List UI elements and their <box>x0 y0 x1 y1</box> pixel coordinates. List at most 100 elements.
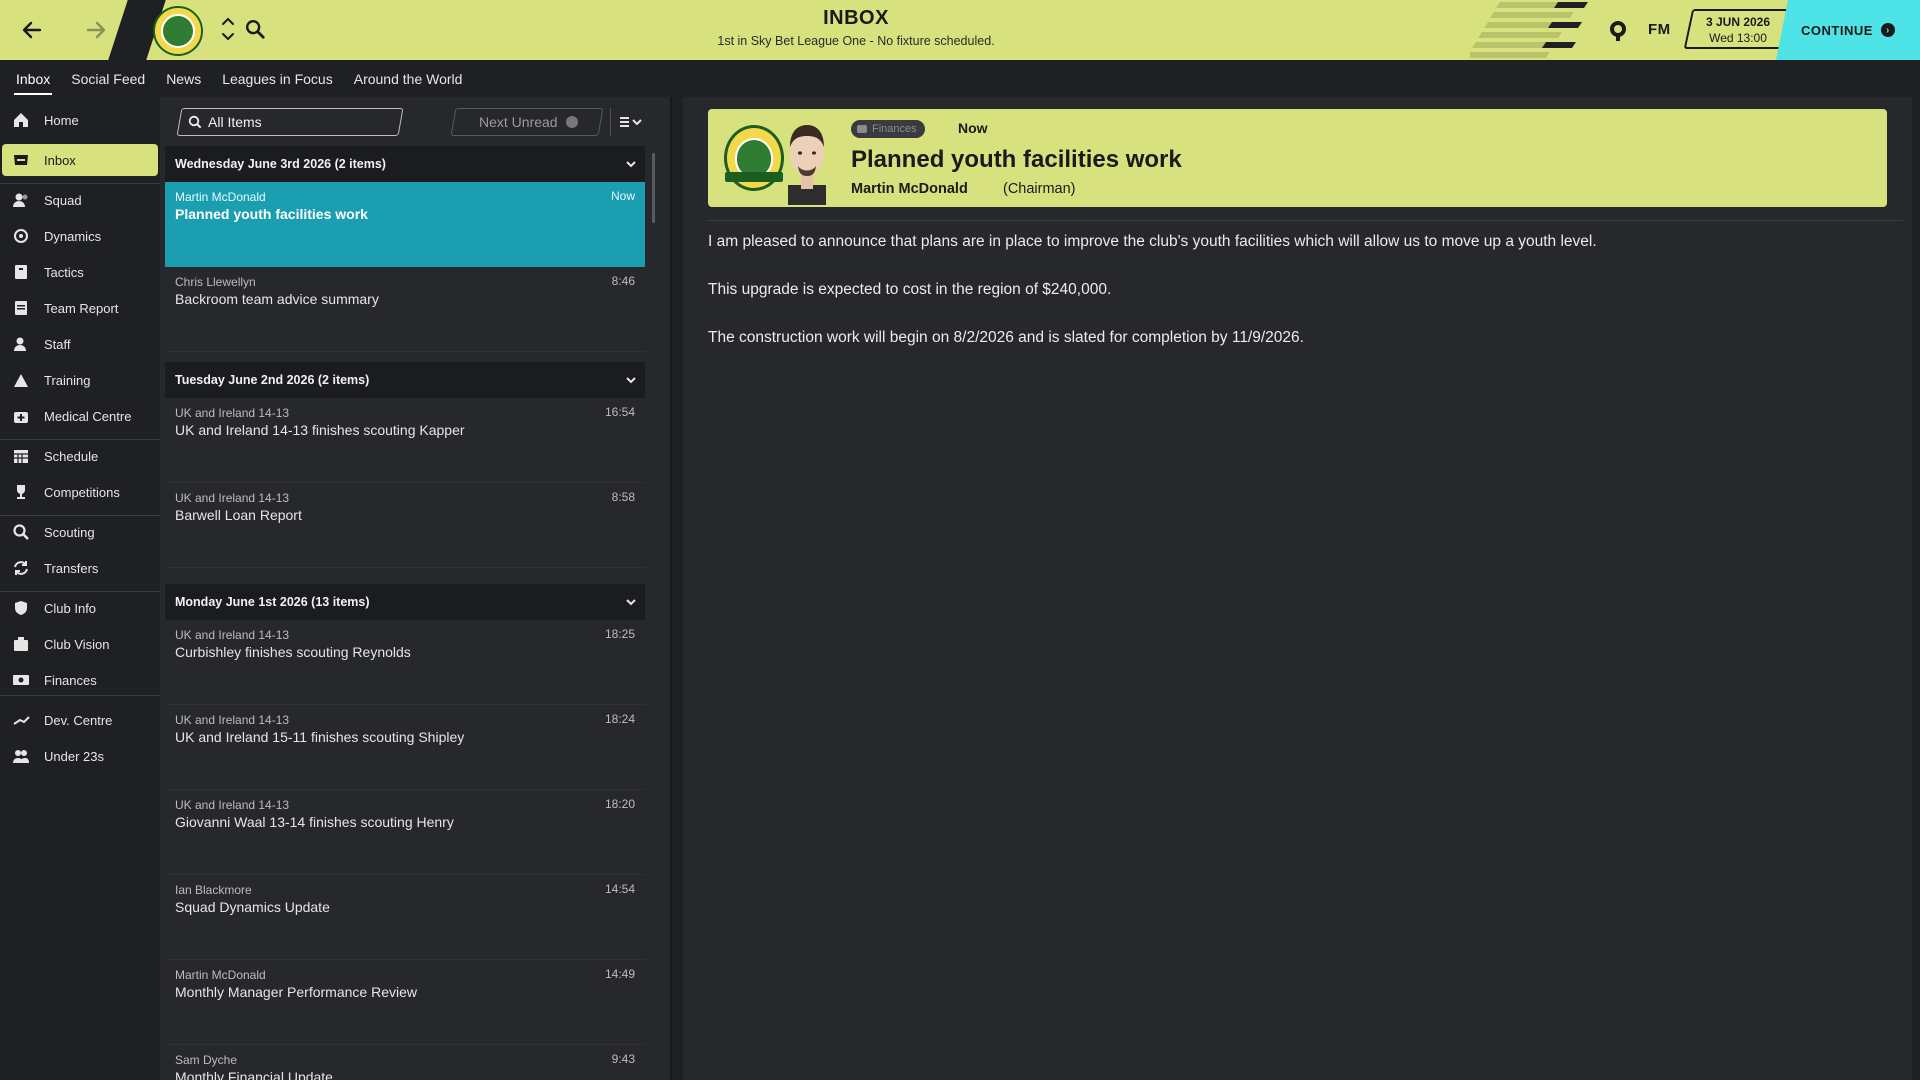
sidebar-item-tactics[interactable]: Tactics <box>2 256 158 288</box>
message-row[interactable]: UK and Ireland 14-13 Giovanni Waal 13-14… <box>165 790 645 875</box>
message-time: Now <box>610 189 635 203</box>
sidebar-item-dev-centre[interactable]: Dev. Centre <box>2 704 158 736</box>
page-title: INBOX <box>823 7 889 29</box>
message-subject: Monthly Manager Performance Review <box>175 984 417 1000</box>
sidebar-item-home[interactable]: Home <box>2 104 158 136</box>
sidebar-item-club-info[interactable]: Club Info <box>2 592 158 624</box>
message-row[interactable]: UK and Ireland 14-13 UK and Ireland 14-1… <box>165 398 645 483</box>
date-group-header[interactable]: Tuesday June 2nd 2026 (2 items) <box>165 362 645 398</box>
message-paragraph: I am pleased to announce that plans are … <box>708 233 1597 250</box>
sidebar-item-label: Club Info <box>44 600 97 616</box>
tab-inbox[interactable]: Inbox <box>10 60 56 97</box>
message-list-panel: All Items Next Unread Wednesday June 3rd… <box>160 97 670 1080</box>
message-subject: Backroom team advice summary <box>175 291 379 307</box>
message-row[interactable]: UK and Ireland 14-13 UK and Ireland 15-1… <box>165 705 645 790</box>
group-heading: Wednesday June 3rd 2026 (2 items) <box>175 157 386 171</box>
tactics-icon <box>12 263 30 281</box>
message-subject: Squad Dynamics Update <box>175 899 330 915</box>
sidebar-item-transfers[interactable]: Transfers <box>2 552 158 584</box>
inbox-tabs: Inbox Social Feed News Leagues in Focus … <box>0 60 1920 97</box>
message-subject: Curbishley finishes scouting Reynolds <box>175 644 411 660</box>
message-sender: Martin McDonald <box>175 968 266 982</box>
decorative-stripes <box>1470 2 1588 58</box>
continue-button[interactable]: CONTINUE › <box>1776 0 1920 60</box>
header-divider <box>708 220 1903 221</box>
message-time: 14:54 <box>604 882 635 896</box>
sidebar-item-label: Home <box>44 112 79 128</box>
tab-around-the-world[interactable]: Around the World <box>348 60 469 97</box>
sidebar-item-label: Inbox <box>44 152 76 168</box>
message-subject: Giovanni Waal 13-14 finishes scouting He… <box>175 814 454 830</box>
sidebar-item-label: Transfers <box>44 560 99 576</box>
message-time: 18:20 <box>604 797 635 811</box>
fm-logo[interactable]: FM <box>1648 21 1671 38</box>
sidebar-item-staff[interactable]: Staff <box>2 328 158 360</box>
message-time: Now <box>958 120 988 136</box>
sidebar-item-finances[interactable]: Finances <box>2 664 158 696</box>
sidebar-item-label: Under 23s <box>44 748 104 764</box>
transfers-icon <box>12 559 30 577</box>
sidebar-item-label: Tactics <box>44 264 84 280</box>
message-time: 18:25 <box>604 627 635 641</box>
message-title: Planned youth facilities work <box>851 146 1182 173</box>
sender-avatar[interactable] <box>776 119 838 205</box>
sidebar-item-under-23s[interactable]: Under 23s <box>2 740 158 772</box>
date-group-header[interactable]: Wednesday June 3rd 2026 (2 items) <box>165 146 645 182</box>
message-row[interactable]: Sam Dyche Monthly Financial Update 9:43 <box>165 1045 645 1080</box>
filter-search[interactable]: All Items <box>188 108 262 136</box>
club-vision-icon <box>12 635 30 653</box>
squad-icon <box>12 191 30 209</box>
sidebar-item-label: Competitions <box>44 484 120 500</box>
sidebar-item-scouting[interactable]: Scouting <box>2 516 158 548</box>
message-paragraph: The construction work will begin on 8/2/… <box>708 329 1304 346</box>
message-row[interactable]: Martin McDonald Monthly Manager Performa… <box>165 960 645 1045</box>
message-paragraph: This upgrade is expected to cost in the … <box>708 281 1112 298</box>
tab-leagues-in-focus[interactable]: Leagues in Focus <box>216 60 339 97</box>
sidebar-item-label: Club Vision <box>44 636 110 652</box>
dev-centre-icon <box>12 711 30 729</box>
message-row[interactable]: UK and Ireland 14-13 Barwell Loan Report… <box>165 483 645 568</box>
panel-divider[interactable] <box>670 97 672 1080</box>
sidebar-item-medical-centre[interactable]: Medical Centre <box>2 400 158 432</box>
sidebar-item-training[interactable]: Training <box>2 364 158 396</box>
team-report-icon <box>12 299 30 317</box>
message-sender: Chris Llewellyn <box>175 275 256 289</box>
continue-label: CONTINUE <box>1801 22 1873 38</box>
message-row[interactable]: UK and Ireland 14-13 Curbishley finishes… <box>165 620 645 705</box>
menu-chevron-icon <box>619 117 642 127</box>
list-options-button[interactable] <box>610 108 650 136</box>
sidebar-item-squad[interactable]: Squad <box>2 184 158 216</box>
club-badge-icon <box>724 125 784 191</box>
sender-role: (Chairman) <box>1003 181 1076 197</box>
sidebar-item-schedule[interactable]: Schedule <box>2 440 158 472</box>
sidebar-item-competitions[interactable]: Competitions <box>2 476 158 508</box>
message-row[interactable]: Chris Llewellyn Backroom team advice sum… <box>165 267 645 352</box>
message-sender: UK and Ireland 14-13 <box>175 628 290 642</box>
sidebar-item-dynamics[interactable]: Dynamics <box>2 220 158 252</box>
message-subject: UK and Ireland 14-13 finishes scouting K… <box>175 422 465 438</box>
date-group-header[interactable]: Monday June 1st 2026 (13 items) <box>165 584 645 620</box>
message-header: Finances Now Planned youth facilities wo… <box>708 109 1887 207</box>
staff-icon <box>12 335 30 353</box>
sidebar-item-team-report[interactable]: Team Report <box>2 292 158 324</box>
current-date: 3 JUN 2026 Wed 13:00 <box>1688 14 1788 46</box>
next-unread-button[interactable]: Next Unread <box>479 108 578 136</box>
message-row[interactable]: Martin McDonald Planned youth facilities… <box>165 182 645 267</box>
chevron-down-icon <box>626 599 636 606</box>
group-heading: Monday June 1st 2026 (13 items) <box>175 595 370 609</box>
sidebar-item-inbox[interactable]: Inbox <box>2 144 158 176</box>
list-scrollbar[interactable] <box>652 153 655 223</box>
tab-social-feed[interactable]: Social Feed <box>65 60 151 97</box>
network-icon[interactable] <box>1606 18 1630 42</box>
sender-name[interactable]: Martin McDonald <box>851 181 968 197</box>
message-detail: Finances Now Planned youth facilities wo… <box>683 97 1912 1080</box>
message-subject: Barwell Loan Report <box>175 507 302 523</box>
message-time: 8:58 <box>611 490 635 504</box>
message-row[interactable]: Ian Blackmore Squad Dynamics Update 14:5… <box>165 875 645 960</box>
message-sender: UK and Ireland 14-13 <box>175 798 290 812</box>
message-sender: Martin McDonald <box>175 190 266 204</box>
shield-icon <box>12 599 30 617</box>
sidebar-item-label: Training <box>44 372 91 388</box>
tab-news[interactable]: News <box>160 60 207 97</box>
sidebar-item-club-vision[interactable]: Club Vision <box>2 628 158 660</box>
